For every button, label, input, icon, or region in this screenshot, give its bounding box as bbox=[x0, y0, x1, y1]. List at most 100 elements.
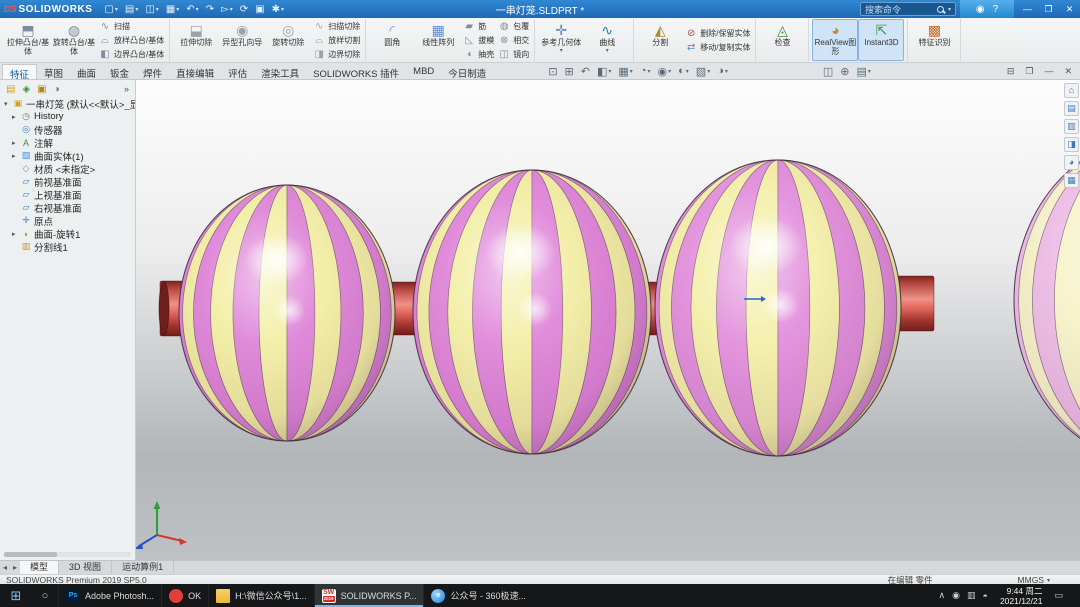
tab-scroll-right-icon[interactable]: ▸ bbox=[10, 563, 20, 572]
tab-MBD[interactable]: MBD bbox=[406, 64, 441, 79]
expand-arrow-icon[interactable]: ▾ bbox=[4, 100, 12, 108]
doc-tab-模型[interactable]: 模型 bbox=[20, 561, 59, 574]
toolbar-options-icon[interactable]: ▤▾ bbox=[857, 65, 871, 78]
boundary-cut-button[interactable]: ◨边界切除 bbox=[311, 48, 362, 61]
3d-scene[interactable] bbox=[136, 80, 1080, 560]
featureworks-button[interactable]: ▩特征识别 bbox=[911, 19, 957, 61]
tray-volume-icon[interactable]: ▥ bbox=[967, 590, 976, 601]
taskbar-app-explorer-folder[interactable]: H:\微信公众号\1... bbox=[208, 584, 314, 607]
fillet-button[interactable]: ◜圆角 bbox=[369, 19, 415, 61]
doc-restore-button[interactable]: ❐ bbox=[1025, 66, 1033, 77]
tab-今日制造[interactable]: 今日制造 bbox=[441, 64, 493, 79]
doc-hide-button[interactable]: — bbox=[1044, 66, 1053, 76]
featuremanager-tab-icon[interactable]: ▤ bbox=[6, 84, 15, 95]
taskbar-app-photoshop[interactable]: PsAdobe Photosh... bbox=[58, 584, 161, 607]
reference-geometry-button[interactable]: ✛参考几何体▾ bbox=[538, 19, 584, 61]
loft-button[interactable]: ⌓放样凸台/基体 bbox=[97, 34, 166, 47]
file-explorer-icon[interactable]: ▥ bbox=[1064, 119, 1079, 134]
draft-button[interactable]: ◺拔模 bbox=[461, 34, 496, 47]
tab-渲染工具[interactable]: 渲染工具 bbox=[254, 64, 306, 79]
close-button[interactable]: ✕ bbox=[1059, 0, 1080, 18]
expand-arrow-icon[interactable]: ▸ bbox=[12, 152, 20, 160]
instant3d-button[interactable]: ⇱Instant3D bbox=[858, 19, 904, 61]
tree-item[interactable]: ▸◷History bbox=[0, 110, 135, 123]
help-icon[interactable]: ? bbox=[993, 4, 999, 15]
tree-item[interactable]: ▸A注解 bbox=[0, 136, 135, 149]
open-button[interactable]: ▤▾ bbox=[125, 4, 138, 15]
taskbar-app-app-ok[interactable]: OK bbox=[161, 584, 208, 607]
tree-item[interactable]: ✛原点 bbox=[0, 214, 135, 227]
doc-close-button[interactable]: ✕ bbox=[1064, 66, 1072, 77]
design-library-icon[interactable]: ▤ bbox=[1064, 101, 1079, 116]
linear-pattern-button[interactable]: ▦线性阵列 bbox=[415, 19, 461, 61]
hide-tree-icon[interactable]: ◫ bbox=[823, 65, 833, 78]
undo-button[interactable]: ↶▾ bbox=[186, 4, 198, 15]
login-icon[interactable]: ◉ bbox=[976, 4, 985, 15]
move-copy-body-button[interactable]: ⇄移动/复制实体 bbox=[683, 41, 752, 54]
tree-hscrollbar[interactable] bbox=[4, 552, 131, 557]
tree-item[interactable]: ▱上视基准面 bbox=[0, 188, 135, 201]
search-icon[interactable] bbox=[937, 6, 944, 13]
rebuild-button[interactable]: ⟳ bbox=[240, 4, 248, 15]
delete-body-button[interactable]: ⊘删除/保留实体 bbox=[683, 27, 752, 40]
realview-button[interactable]: ◕RealView图形 bbox=[812, 19, 858, 61]
revolved-cut-button[interactable]: ◎旋转切除 bbox=[265, 19, 311, 61]
file-properties-button[interactable]: ▣ bbox=[255, 4, 264, 15]
tree-hscroll-thumb[interactable] bbox=[4, 552, 57, 557]
wrap-button[interactable]: ◍包覆 bbox=[496, 20, 531, 33]
save-button[interactable]: ◫▾ bbox=[145, 4, 158, 15]
tab-SOLIDWORKS 插件[interactable]: SOLIDWORKS 插件 bbox=[306, 64, 406, 79]
intersect-button[interactable]: ⊗相交 bbox=[496, 34, 531, 47]
expand-arrow-icon[interactable]: ▸ bbox=[12, 139, 20, 147]
tab-曲面[interactable]: 曲面 bbox=[70, 64, 103, 79]
options-button[interactable]: ✱▾ bbox=[272, 4, 284, 15]
appearances-scenes-icon[interactable]: ◕ bbox=[1064, 155, 1079, 170]
tab-scroll-left-icon[interactable]: ◂ bbox=[0, 563, 10, 572]
revolve-boss-button[interactable]: ◍旋转凸台/基体 bbox=[51, 19, 97, 61]
minimize-button[interactable]: — bbox=[1017, 0, 1038, 18]
start-button[interactable]: ⊞ bbox=[0, 584, 32, 607]
split-button[interactable]: ◭分割 bbox=[637, 19, 683, 61]
tree-item[interactable]: ▸◗曲面-旋转1 bbox=[0, 227, 135, 240]
extrude-boss-button[interactable]: ⬒拉伸凸台/基体 bbox=[5, 19, 51, 61]
sweep-button[interactable]: ∿扫描 bbox=[97, 20, 166, 33]
tray-ime-icon[interactable]: ◓ bbox=[983, 591, 988, 601]
help-login-area[interactable]: ◉? bbox=[960, 0, 1014, 18]
tab-评估[interactable]: 评估 bbox=[221, 64, 254, 79]
swept-cut-button[interactable]: ∿扫描切除 bbox=[311, 20, 362, 33]
check-button[interactable]: ◬检查 bbox=[759, 19, 805, 61]
display-style-icon[interactable]: ◔▾ bbox=[640, 65, 651, 77]
boundary-button[interactable]: ◧边界凸台/基体 bbox=[97, 48, 166, 61]
graphics-area[interactable]: ⌂▤▥◨◕▦ bbox=[136, 80, 1080, 560]
lantern-2[interactable] bbox=[413, 170, 651, 454]
lantern-1[interactable] bbox=[179, 185, 395, 441]
restore-button[interactable]: ❐ bbox=[1038, 0, 1059, 18]
action-center-icon[interactable]: ▭ bbox=[1054, 590, 1063, 601]
propertymanager-tab-icon[interactable]: ◈ bbox=[22, 84, 30, 95]
previous-view-icon[interactable]: ↶ bbox=[581, 65, 590, 78]
tree-item[interactable]: ▾▣一串灯笼 (默认<<默认>_显示状态 1>) bbox=[0, 97, 135, 110]
taskbar-clock[interactable]: 9:44 周二2021/12/21 bbox=[995, 586, 1048, 606]
tab-草图[interactable]: 草图 bbox=[37, 64, 70, 79]
select-button[interactable]: ▻▾ bbox=[221, 4, 233, 15]
section-view-icon[interactable]: ◧▾ bbox=[597, 65, 611, 78]
tray-expand-icon[interactable]: ∧ bbox=[939, 590, 946, 601]
doc-minimize-button[interactable]: ⊟ bbox=[1007, 66, 1015, 77]
configurationmanager-tab-icon[interactable]: ▣ bbox=[37, 84, 46, 95]
tab-焊件[interactable]: 焊件 bbox=[136, 64, 169, 79]
curves-button[interactable]: ∿曲线▾ bbox=[584, 19, 630, 61]
view-settings-icon[interactable]: ◑▾ bbox=[717, 65, 728, 77]
view-orientation-icon[interactable]: ▦▾ bbox=[618, 65, 632, 78]
expand-arrow-icon[interactable]: ▸ bbox=[12, 113, 20, 121]
edit-appearance-icon[interactable]: ◐▾ bbox=[678, 65, 689, 77]
zoom-area-icon[interactable]: ⊞ bbox=[565, 65, 574, 78]
units-caret-icon[interactable]: ▾ bbox=[1047, 577, 1050, 584]
tree-item[interactable]: ◇材质 <未指定> bbox=[0, 162, 135, 175]
tab-钣金[interactable]: 钣金 bbox=[103, 64, 136, 79]
command-search[interactable]: 搜索命令 ▾ bbox=[860, 2, 956, 16]
rib-button[interactable]: ▰筋 bbox=[461, 20, 496, 33]
taskbar-app-solidworks-app[interactable]: SW2019SOLIDWORKS P... bbox=[314, 584, 424, 607]
tab-直接编辑[interactable]: 直接编辑 bbox=[169, 64, 221, 79]
new-button[interactable]: ▢▾ bbox=[104, 4, 117, 15]
search-caret-icon[interactable]: ▾ bbox=[948, 6, 951, 13]
